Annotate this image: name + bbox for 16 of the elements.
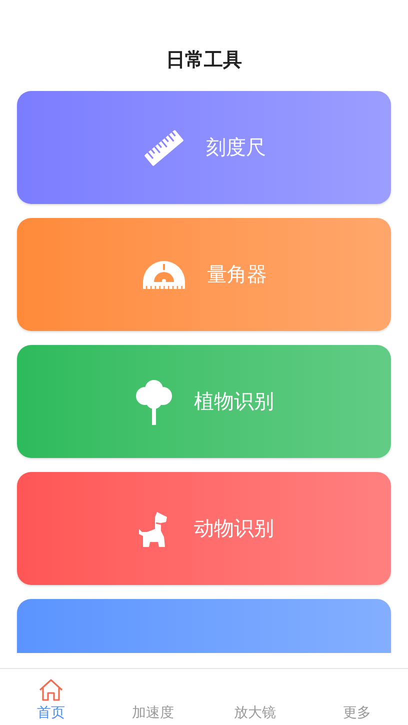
tool-label: 刻度尺 xyxy=(206,134,266,161)
protractor-icon xyxy=(141,260,187,290)
tab[interactable]: 首页 xyxy=(0,669,102,725)
tab[interactable]: 加速度 xyxy=(102,669,204,725)
tree-icon xyxy=(134,378,174,424)
tab[interactable]: 更多 xyxy=(306,669,408,725)
tool-card[interactable]: 动物识别 xyxy=(17,472,391,585)
tool-card[interactable]: 植物识别 xyxy=(17,345,391,458)
tool-label: 植物识别 xyxy=(194,388,274,415)
tool-card[interactable]: 量角器 xyxy=(17,218,391,331)
tab[interactable]: 放大镜 xyxy=(204,669,306,725)
tool-label: 动物识别 xyxy=(194,515,274,542)
home-icon xyxy=(38,678,64,702)
page-title: 日常工具 xyxy=(166,48,242,72)
tool-label: 量角器 xyxy=(207,261,267,288)
tool-card[interactable]: 刻度尺 xyxy=(17,91,391,204)
